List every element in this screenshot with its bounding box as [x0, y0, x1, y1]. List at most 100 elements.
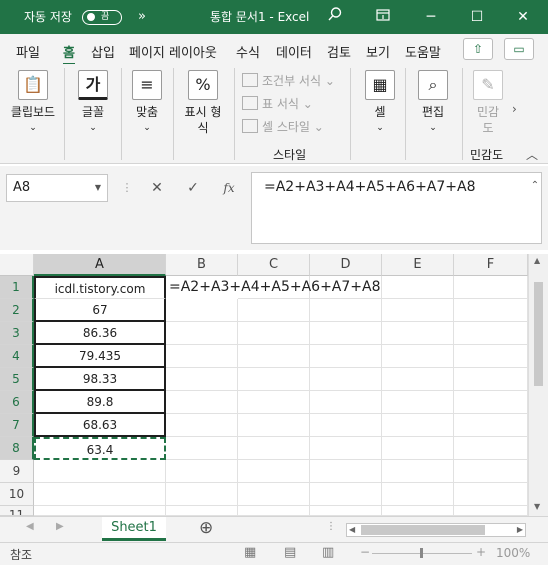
name-box[interactable]: A8 ▼: [6, 174, 108, 202]
row-header[interactable]: 10: [0, 483, 34, 506]
conditional-format-button[interactable]: 조건부 서식 ⌄: [242, 72, 335, 89]
cell[interactable]: [310, 414, 382, 437]
cell[interactable]: [238, 506, 310, 516]
zoom-level[interactable]: 100%: [496, 546, 530, 560]
cell[interactable]: [454, 345, 528, 368]
cell[interactable]: [166, 322, 238, 345]
scroll-right-icon[interactable]: ▶: [517, 524, 523, 536]
cell[interactable]: [238, 483, 310, 506]
tab-file[interactable]: 파일: [16, 42, 40, 61]
autosave-toggle[interactable]: 끔: [82, 10, 122, 25]
tab-page-layout[interactable]: 페이지 레이아웃: [129, 42, 217, 61]
cell[interactable]: [166, 368, 238, 391]
number-group[interactable]: % 표시 형식: [178, 64, 228, 164]
cell-a4[interactable]: 79.435: [34, 345, 166, 368]
cell[interactable]: [238, 322, 310, 345]
next-sheet-icon[interactable]: ▶: [56, 521, 64, 532]
row-header[interactable]: 5: [0, 368, 34, 391]
cell[interactable]: [382, 345, 454, 368]
row-header[interactable]: 11: [0, 506, 34, 516]
scroll-right-icon[interactable]: ›: [512, 102, 517, 116]
cell[interactable]: [238, 437, 310, 460]
comments-icon[interactable]: ▭: [504, 38, 534, 60]
cell[interactable]: [310, 460, 382, 483]
cell[interactable]: [238, 460, 310, 483]
cell[interactable]: [382, 276, 454, 299]
cell-a2[interactable]: 67: [34, 299, 166, 322]
cell[interactable]: [310, 483, 382, 506]
cell[interactable]: [310, 391, 382, 414]
cell[interactable]: [238, 299, 310, 322]
horizontal-scrollbar[interactable]: ◀ ▶: [346, 523, 526, 537]
scroll-down-icon[interactable]: ▼: [534, 502, 540, 511]
cell-a8-selected[interactable]: 63.4: [34, 437, 166, 460]
table-format-button[interactable]: 표 서식 ⌄: [242, 95, 313, 112]
share-icon[interactable]: ⇧: [463, 38, 493, 60]
cell-styles-button[interactable]: 셀 스타일 ⌄: [242, 118, 324, 135]
cell[interactable]: [382, 506, 454, 516]
search-icon[interactable]: [318, 0, 352, 34]
insert-function-icon[interactable]: fx: [214, 174, 244, 202]
cell[interactable]: [454, 322, 528, 345]
tab-help[interactable]: 도움말: [405, 42, 441, 61]
cell[interactable]: [454, 506, 528, 516]
cell[interactable]: [238, 368, 310, 391]
cell[interactable]: [454, 414, 528, 437]
cell[interactable]: [382, 483, 454, 506]
normal-view-icon[interactable]: ▦: [244, 545, 256, 560]
close-button[interactable]: ✕: [506, 0, 540, 34]
prev-sheet-icon[interactable]: ◀: [26, 521, 34, 532]
row-header[interactable]: 4: [0, 345, 34, 368]
cell-a7[interactable]: 68.63: [34, 414, 166, 437]
cell[interactable]: [382, 437, 454, 460]
cell[interactable]: [166, 506, 238, 516]
column-header-f[interactable]: F: [454, 254, 528, 276]
chevron-down-icon[interactable]: ▼: [95, 175, 101, 201]
cell[interactable]: [310, 368, 382, 391]
row-header[interactable]: 6: [0, 391, 34, 414]
ribbon-display-icon[interactable]: [366, 0, 400, 34]
minimize-button[interactable]: ─: [414, 0, 448, 34]
cell[interactable]: [166, 391, 238, 414]
cell[interactable]: [238, 391, 310, 414]
expand-formula-icon[interactable]: ⌃: [520, 172, 548, 200]
page-layout-view-icon[interactable]: ▤: [284, 545, 296, 560]
maximize-button[interactable]: ☐: [460, 0, 494, 34]
cell[interactable]: [454, 437, 528, 460]
scroll-left-icon[interactable]: ◀: [349, 524, 355, 536]
row-header[interactable]: 7: [0, 414, 34, 437]
cell[interactable]: [454, 299, 528, 322]
cell-a5[interactable]: 98.33: [34, 368, 166, 391]
cell[interactable]: [382, 391, 454, 414]
cell[interactable]: [166, 460, 238, 483]
editing-group[interactable]: ⌕ 편집 ⌄: [410, 64, 456, 164]
scroll-up-icon[interactable]: ▲: [534, 256, 540, 265]
cell-a10[interactable]: [34, 483, 166, 506]
tab-review[interactable]: 검토: [327, 42, 351, 61]
cell[interactable]: [382, 368, 454, 391]
tab-home[interactable]: 홈: [63, 42, 75, 66]
tab-insert[interactable]: 삽입: [91, 42, 115, 61]
formula-input[interactable]: =A2+A3+A4+A5+A6+A7+A8: [251, 172, 542, 244]
cell[interactable]: [310, 345, 382, 368]
cell-a11[interactable]: [34, 506, 166, 516]
cell[interactable]: [382, 322, 454, 345]
cell[interactable]: [454, 276, 528, 299]
cell[interactable]: [382, 299, 454, 322]
cell[interactable]: [310, 437, 382, 460]
clipboard-group[interactable]: 📋 클립보드 ⌄: [4, 64, 62, 164]
zoom-out-icon[interactable]: −: [360, 545, 370, 559]
cell[interactable]: [238, 345, 310, 368]
tab-data[interactable]: 데이터: [276, 42, 312, 61]
row-header[interactable]: 8: [0, 437, 34, 460]
page-break-view-icon[interactable]: ▥: [322, 545, 334, 560]
tab-splitter-icon[interactable]: ⋮: [326, 521, 336, 532]
cell-b1-edit[interactable]: =A2+A3+A4+A5+A6+A7+A8: [166, 276, 381, 299]
cell[interactable]: [238, 414, 310, 437]
align-group[interactable]: ≡ 맞춤 ⌄: [124, 64, 170, 164]
more-options-icon[interactable]: ⋮: [112, 174, 142, 202]
enter-icon[interactable]: ✓: [178, 174, 208, 202]
column-header-e[interactable]: E: [382, 254, 454, 276]
cell[interactable]: [166, 437, 238, 460]
tab-formulas[interactable]: 수식: [236, 42, 260, 61]
